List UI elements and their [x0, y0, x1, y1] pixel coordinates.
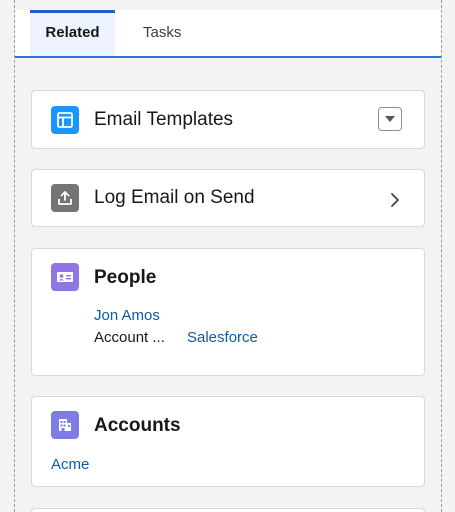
log-email-title: Log Email on Send: [94, 187, 255, 208]
account-field-link[interactable]: Salesforce: [187, 329, 258, 346]
person-name-link[interactable]: Jon Amos: [94, 307, 160, 324]
tab-bar: Related Tasks: [15, 10, 441, 58]
people-title: People: [94, 267, 157, 288]
tab-related[interactable]: Related: [30, 10, 115, 56]
template-icon: [51, 106, 79, 134]
chevron-down-icon: [385, 116, 395, 122]
accounts-card: Accounts Acme: [31, 396, 425, 487]
people-card: People Jon Amos Account ... Salesforce: [31, 248, 425, 376]
account-name-link[interactable]: Acme: [51, 456, 89, 473]
next-card-partial: [31, 508, 425, 512]
email-templates-card: Email Templates: [31, 90, 425, 149]
log-email-card[interactable]: Log Email on Send: [31, 169, 425, 227]
email-templates-title: Email Templates: [94, 109, 234, 130]
email-templates-dropdown-button[interactable]: [378, 107, 402, 131]
building-icon: [51, 411, 79, 439]
upload-icon: [51, 184, 79, 212]
accounts-title: Accounts: [94, 415, 181, 436]
account-field-label: Account ...: [94, 329, 165, 346]
tab-tasks[interactable]: Tasks: [129, 10, 195, 56]
chevron-right-icon[interactable]: [390, 189, 400, 213]
contact-card-icon: [51, 263, 79, 291]
